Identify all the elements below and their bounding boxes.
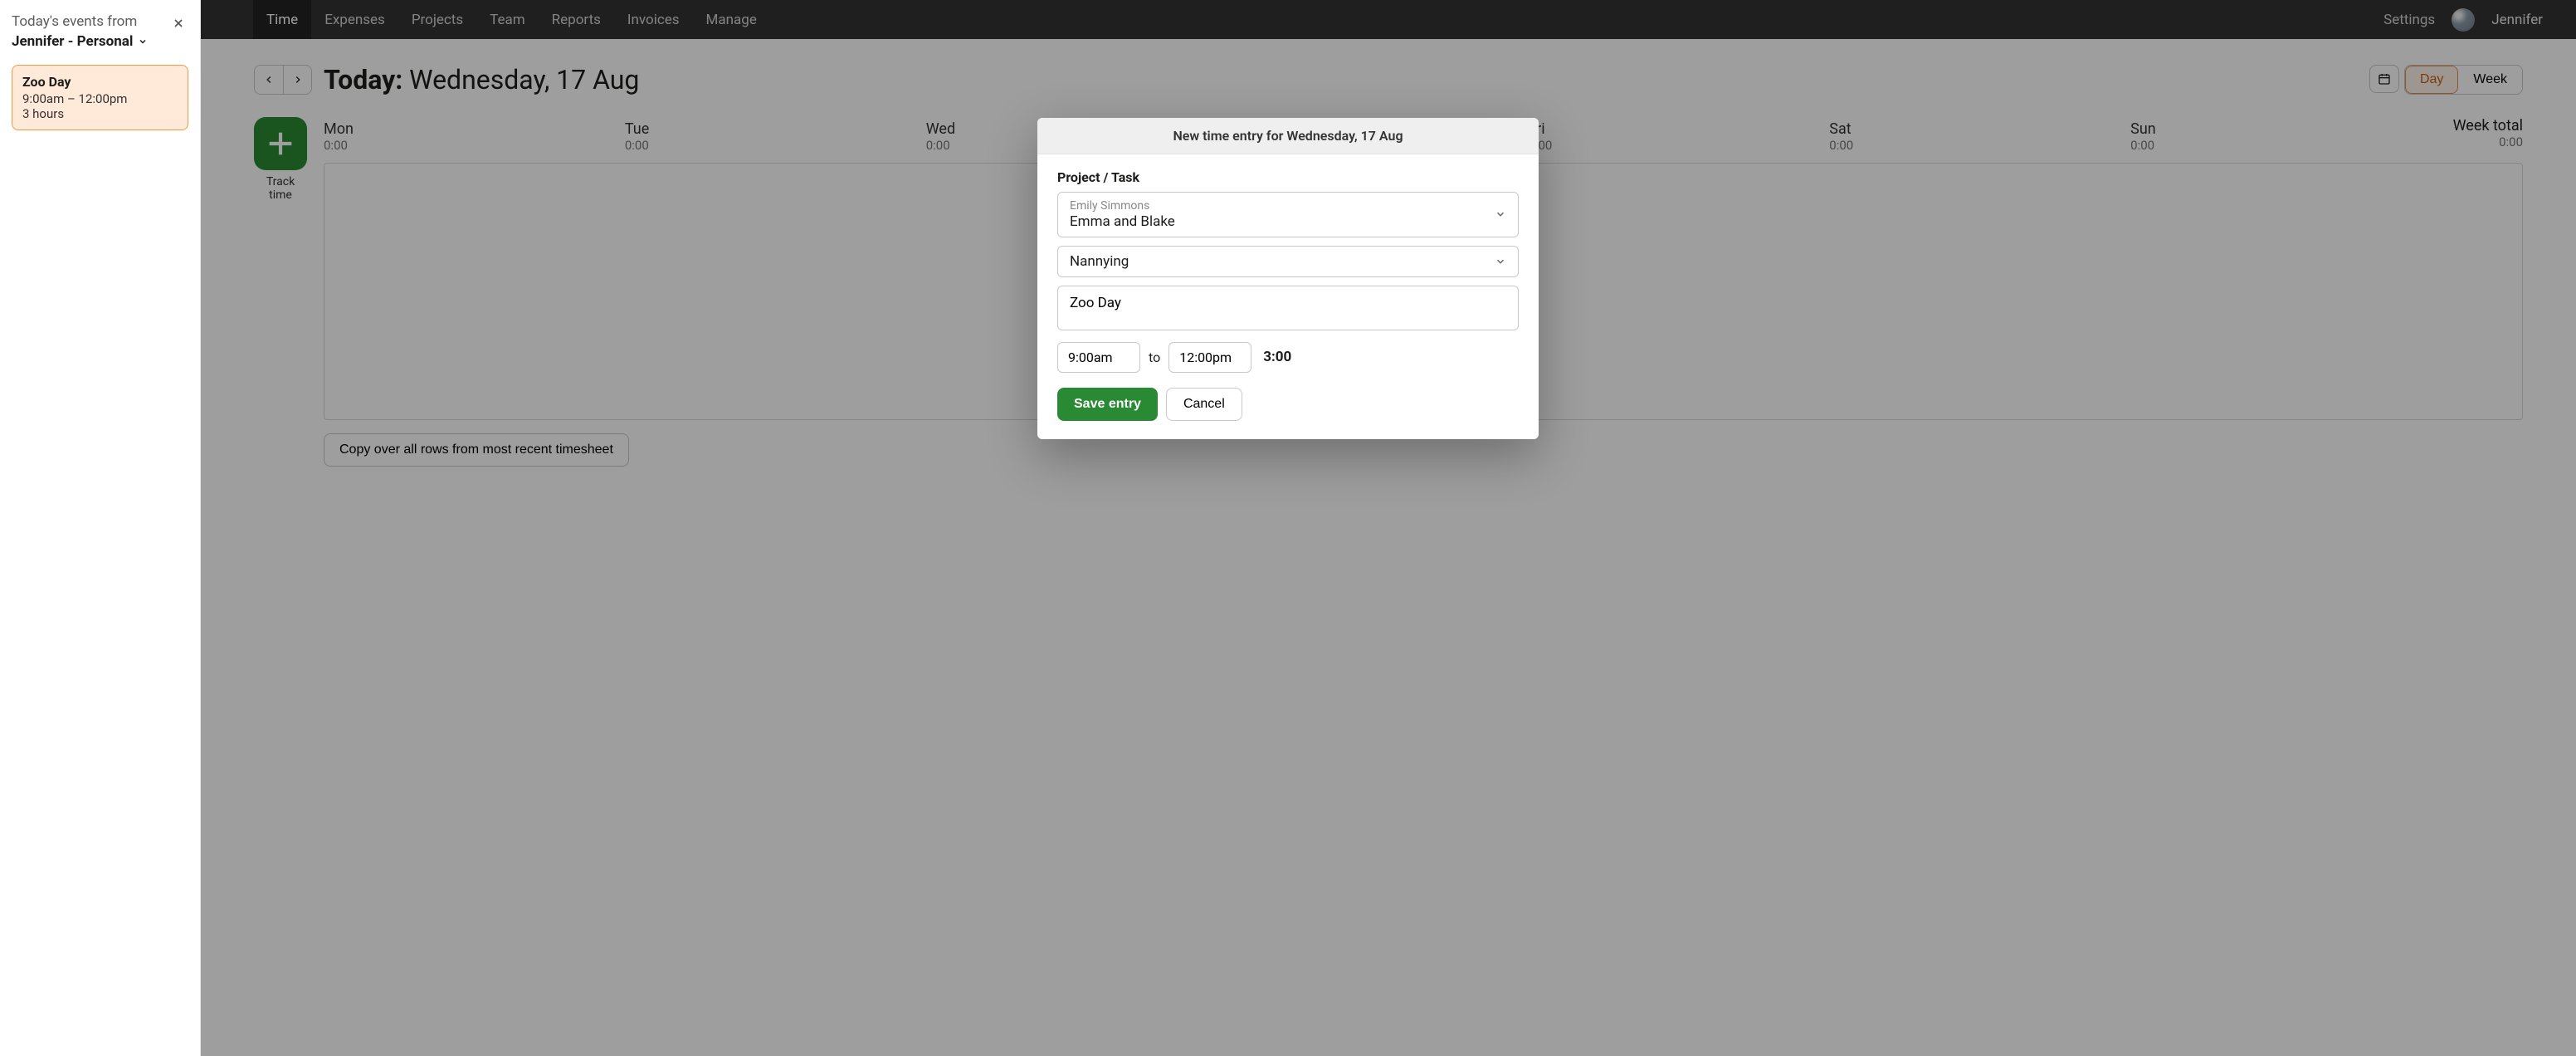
event-card[interactable]: Zoo Day 9:00am – 12:00pm 3 hours bbox=[12, 65, 188, 130]
event-time: 9:00am – 12:00pm bbox=[22, 91, 178, 106]
end-time-input[interactable] bbox=[1168, 342, 1251, 373]
events-sidebar: Today's events from Jennifer - Personal … bbox=[0, 0, 201, 1056]
chevron-down-icon bbox=[1495, 208, 1506, 220]
save-entry-button[interactable]: Save entry bbox=[1057, 388, 1158, 421]
calendar-selector[interactable]: Jennifer - Personal bbox=[12, 33, 148, 50]
calendar-name: Jennifer - Personal bbox=[12, 33, 133, 50]
event-duration: 3 hours bbox=[22, 106, 178, 121]
notes-input[interactable] bbox=[1057, 286, 1519, 330]
duration-display: 3:00 bbox=[1263, 349, 1291, 365]
task-select[interactable]: Nannying bbox=[1057, 246, 1519, 277]
start-time-input[interactable] bbox=[1057, 342, 1140, 373]
task-name: Nannying bbox=[1070, 253, 1495, 270]
chevron-down-icon bbox=[1495, 256, 1506, 267]
chevron-down-icon bbox=[138, 37, 148, 46]
modal-title: New time entry for Wednesday, 17 Aug bbox=[1037, 118, 1539, 154]
to-label: to bbox=[1149, 350, 1160, 365]
sidebar-title: Today's events from bbox=[12, 13, 168, 30]
client-name: Emily Simmons bbox=[1070, 199, 1495, 213]
close-sidebar-button[interactable] bbox=[168, 13, 188, 33]
project-select[interactable]: Emily Simmons Emma and Blake bbox=[1057, 192, 1519, 237]
new-time-entry-modal: New time entry for Wednesday, 17 Aug Pro… bbox=[1037, 118, 1539, 439]
close-icon bbox=[172, 17, 185, 30]
cancel-button[interactable]: Cancel bbox=[1166, 388, 1242, 421]
event-title: Zoo Day bbox=[22, 74, 178, 90]
project-task-label: Project / Task bbox=[1057, 169, 1519, 185]
project-name: Emma and Blake bbox=[1070, 213, 1495, 230]
